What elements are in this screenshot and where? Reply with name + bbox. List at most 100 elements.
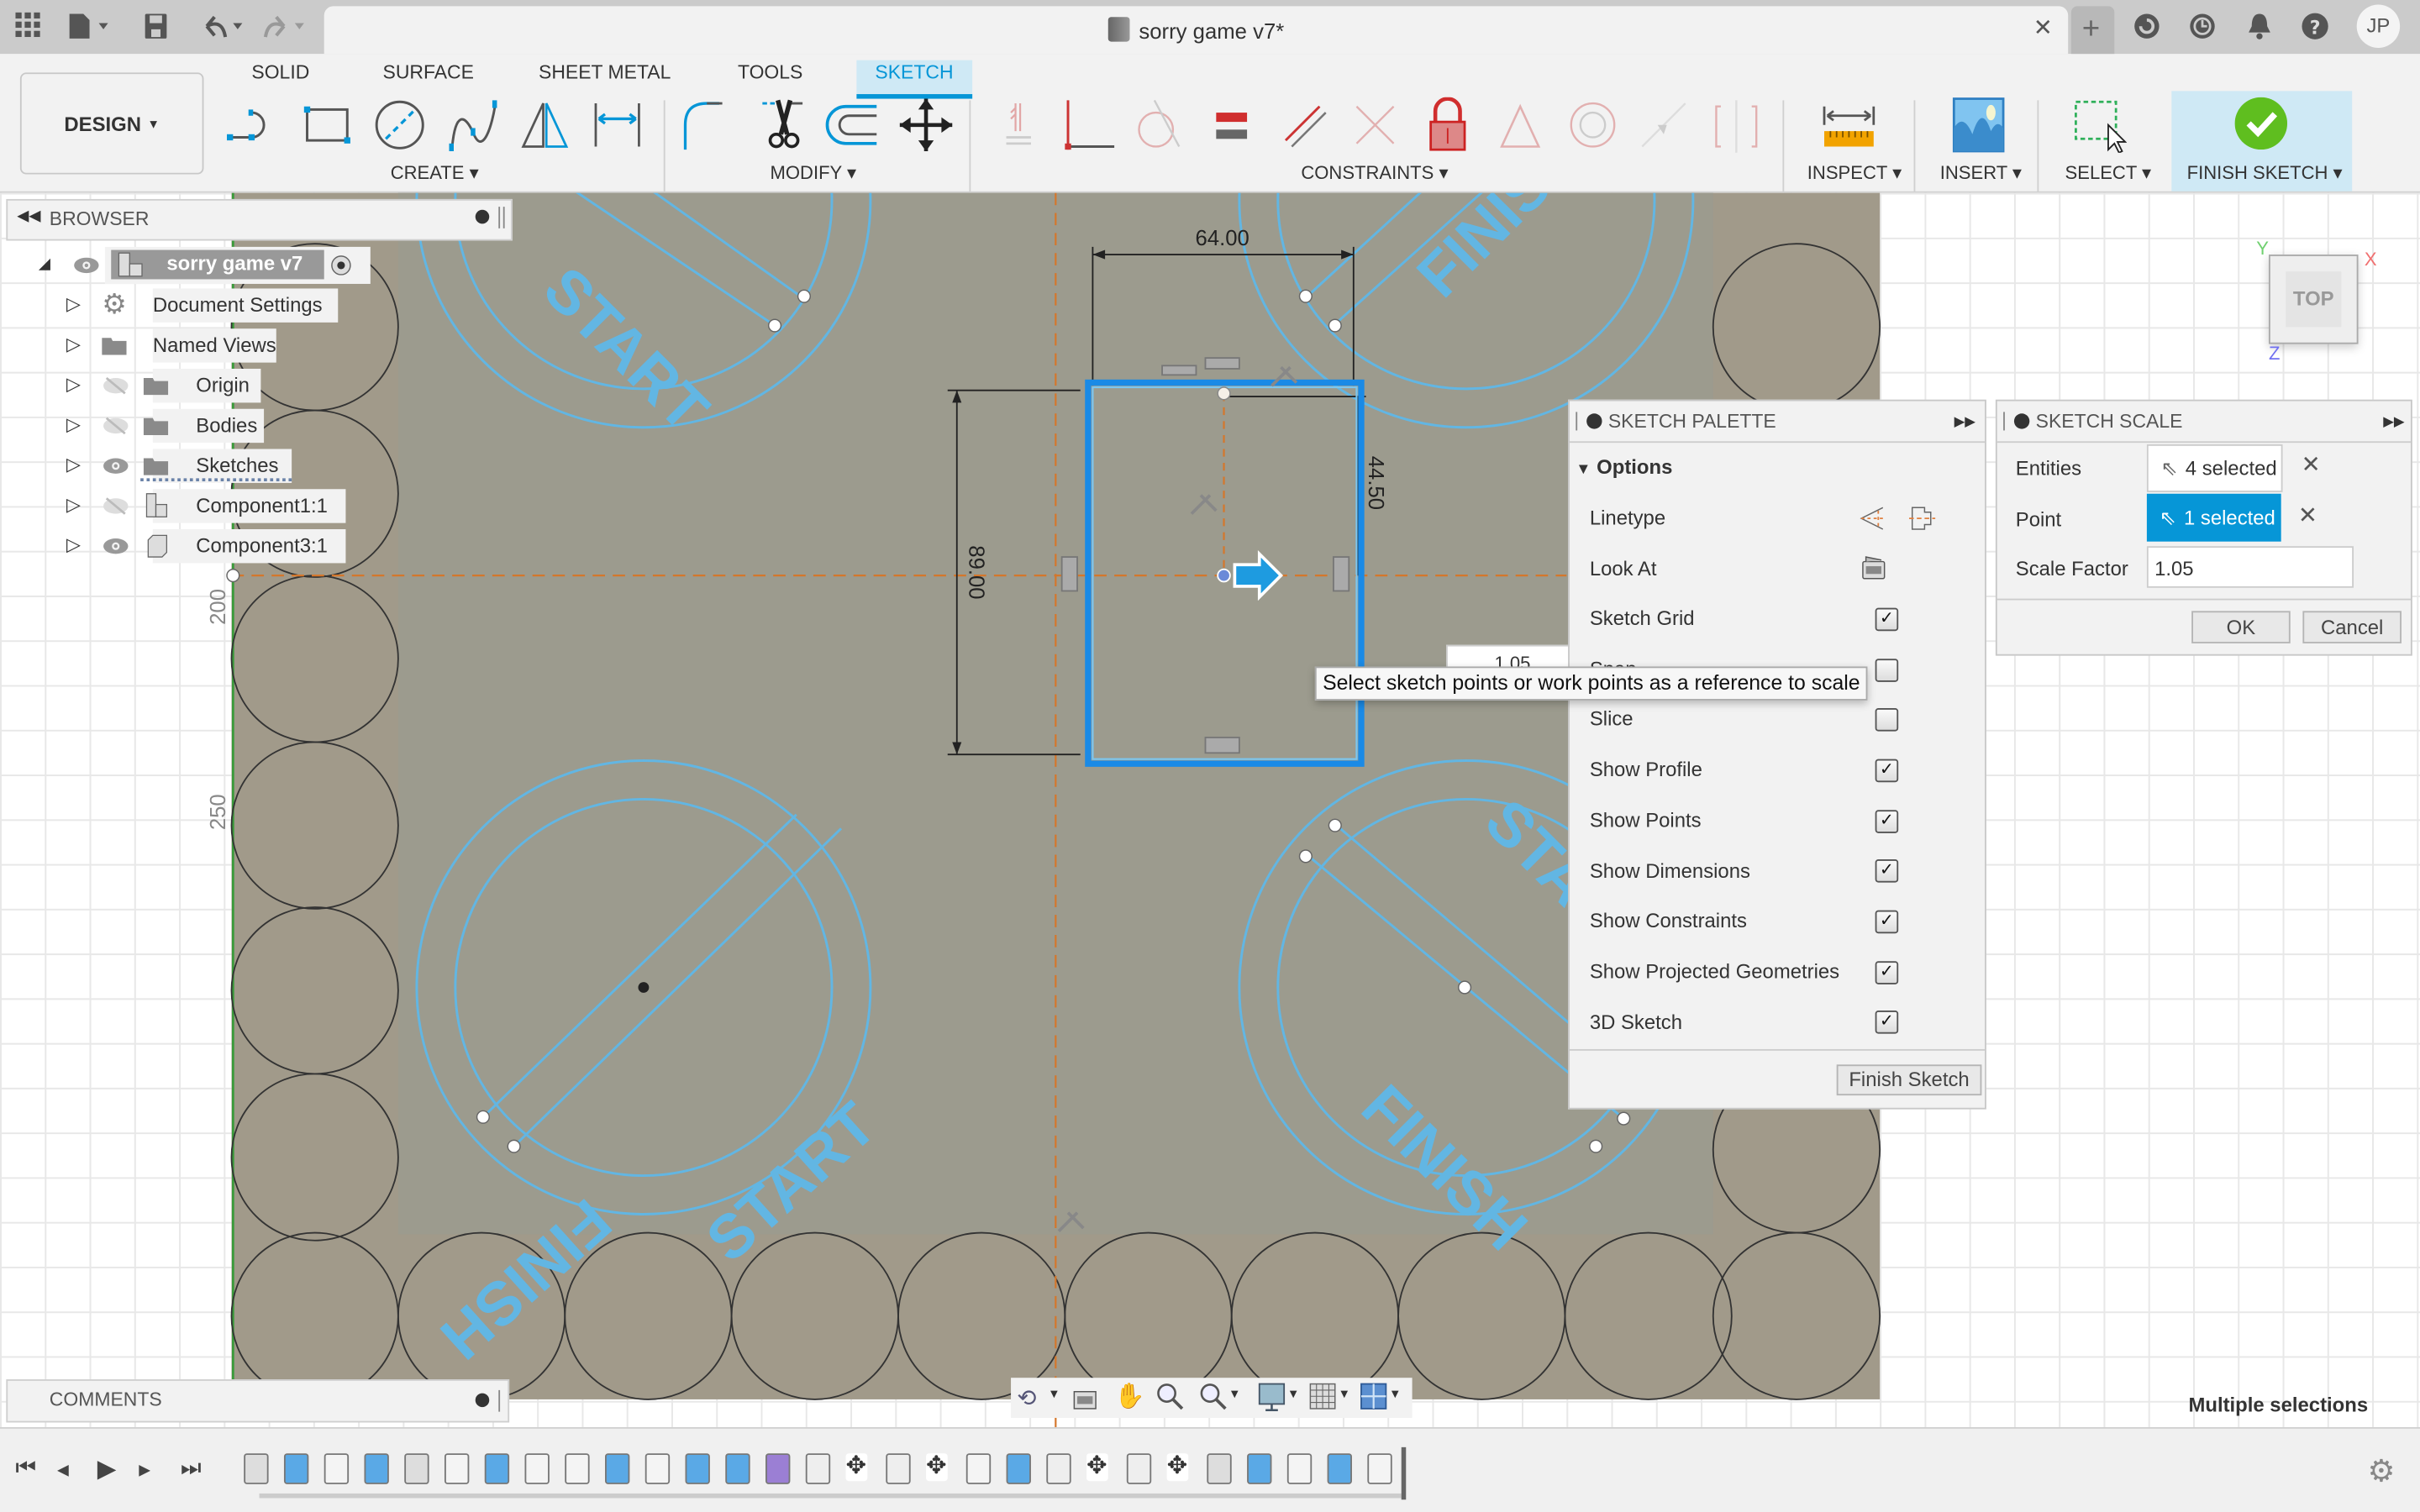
timeline-feature-move-icon[interactable]: ✥ bbox=[845, 1453, 868, 1482]
view-cube[interactable]: TOP bbox=[2268, 255, 2359, 344]
browser-item-origin[interactable]: ▷ Origin bbox=[66, 368, 261, 403]
tab-surface[interactable]: SURFACE bbox=[383, 60, 474, 94]
browser-item-sketches[interactable]: ▷ Sketches bbox=[66, 449, 292, 483]
eye-hidden-icon[interactable] bbox=[102, 376, 129, 395]
slice-checkbox[interactable] bbox=[1875, 708, 1899, 732]
timeline-feature-body-icon[interactable] bbox=[404, 1453, 429, 1484]
centerline-linetype-icon[interactable] bbox=[1907, 505, 1936, 533]
expand-triangle-icon[interactable]: ▷ bbox=[66, 367, 81, 401]
expand-triangle-icon[interactable]: ▷ bbox=[66, 287, 81, 321]
move-icon[interactable] bbox=[898, 97, 954, 153]
timeline-feature-extrude-icon[interactable] bbox=[685, 1453, 710, 1484]
browser-item-component3[interactable]: ▷ Component3:1 bbox=[66, 528, 346, 564]
timeline-feature-body-icon[interactable] bbox=[244, 1453, 269, 1484]
line-icon[interactable] bbox=[225, 97, 281, 153]
coincident-icon[interactable] bbox=[991, 97, 1046, 153]
timeline-feature-joint-icon[interactable] bbox=[1046, 1453, 1071, 1484]
horizontal-vertical-icon[interactable] bbox=[1636, 97, 1691, 153]
options-section-toggle[interactable]: ▼ Options bbox=[1576, 455, 1672, 479]
timeline-feature-form-icon[interactable] bbox=[765, 1453, 791, 1484]
browser-item-document-settings[interactable]: ▷ ⚙ Document Settings bbox=[66, 288, 339, 323]
timeline-feature-sketch-icon[interactable] bbox=[324, 1453, 350, 1484]
trim-icon[interactable] bbox=[756, 97, 812, 153]
workspace-switcher-button[interactable]: DESIGN ▼ bbox=[19, 72, 204, 175]
expand-triangle-icon[interactable]: ▷ bbox=[66, 327, 81, 360]
insert-menu[interactable]: INSERT ▾ bbox=[1940, 162, 2022, 184]
look-at-icon[interactable] bbox=[1861, 555, 1886, 580]
viewports-icon[interactable] bbox=[1360, 1383, 1387, 1410]
concentric-icon[interactable] bbox=[1565, 97, 1620, 153]
fix-lock-icon[interactable] bbox=[1420, 97, 1476, 153]
add-comment-icon[interactable] bbox=[475, 1393, 490, 1408]
cancel-button[interactable]: Cancel bbox=[2302, 611, 2402, 643]
active-radio-icon[interactable] bbox=[329, 255, 353, 276]
eye-icon[interactable] bbox=[102, 457, 129, 475]
resize-handle-icon[interactable] bbox=[498, 207, 505, 228]
collapse-panel-icon[interactable]: ◀◀ bbox=[17, 208, 40, 225]
go-to-start-icon[interactable]: ⏮ bbox=[15, 1455, 36, 1481]
show-projected-geometries-checkbox[interactable]: ✓ bbox=[1875, 961, 1899, 984]
show-points-checkbox[interactable]: ✓ bbox=[1875, 810, 1899, 833]
undo-icon[interactable] bbox=[201, 13, 247, 48]
circle-icon[interactable] bbox=[372, 97, 428, 153]
ok-button[interactable]: OK bbox=[2191, 611, 2291, 643]
clear-point-icon[interactable]: ✕ bbox=[2298, 501, 2317, 529]
zoom-icon[interactable] bbox=[1156, 1383, 1184, 1410]
timeline-feature-sketch-icon[interactable] bbox=[444, 1453, 470, 1484]
browser-item-named-views[interactable]: ▷ Named Views bbox=[66, 328, 276, 363]
chevron-down-icon[interactable]: ▼ bbox=[1338, 1387, 1350, 1401]
construction-linetype-icon[interactable] bbox=[1858, 505, 1886, 533]
entities-selection-field[interactable]: ⇖ 4 selected bbox=[2146, 444, 2283, 492]
finish-sketch-button[interactable]: FINISH SKETCH ▾ bbox=[2171, 91, 2353, 192]
chevron-down-icon[interactable]: ▼ bbox=[1389, 1387, 1402, 1401]
symmetric-icon[interactable] bbox=[1708, 97, 1764, 153]
timeline-feature-move-icon[interactable]: ✥ bbox=[1166, 1453, 1189, 1482]
modify-menu[interactable]: MODIFY ▾ bbox=[771, 162, 857, 184]
eye-icon[interactable] bbox=[102, 537, 129, 555]
browser-item-component1[interactable]: ▷ Component1:1 bbox=[66, 489, 346, 523]
canvas-viewport[interactable]: START FINISH FINISH START START FINISH bbox=[0, 192, 2420, 1427]
equal-icon[interactable] bbox=[1204, 97, 1260, 153]
timeline-feature-sketch-icon[interactable] bbox=[965, 1453, 992, 1484]
fillet-icon[interactable] bbox=[679, 97, 734, 153]
timeline-feature-sketch-icon[interactable] bbox=[524, 1453, 550, 1484]
browser-item-bodies[interactable]: ▷ Bodies bbox=[66, 408, 265, 444]
timeline-feature-extrude-icon[interactable] bbox=[283, 1453, 309, 1484]
timeline-feature-extrude-icon[interactable] bbox=[1006, 1453, 1031, 1484]
insert-image-icon[interactable] bbox=[1951, 97, 2007, 153]
measure-ruler-icon[interactable] bbox=[1821, 97, 1876, 153]
move-arrow-handle[interactable] bbox=[1233, 549, 1284, 601]
expand-triangle-icon[interactable]: ▷ bbox=[66, 407, 81, 441]
timeline-feature-joint-icon[interactable] bbox=[805, 1453, 831, 1484]
extensions-icon[interactable] bbox=[2133, 13, 2160, 48]
inspect-menu[interactable]: INSPECT ▾ bbox=[1807, 162, 1902, 184]
job-status-icon[interactable] bbox=[2188, 13, 2216, 48]
apps-grid-icon[interactable] bbox=[15, 12, 40, 45]
save-icon[interactable] bbox=[144, 13, 168, 48]
comments-panel[interactable]: COMMENTS bbox=[6, 1379, 510, 1423]
panel-minimize-icon[interactable] bbox=[2013, 413, 2030, 429]
expand-panel-icon[interactable]: ▶▶ bbox=[1954, 402, 1975, 442]
close-tab-icon[interactable]: ✕ bbox=[2033, 14, 2053, 41]
drag-handle-icon[interactable] bbox=[1576, 412, 1581, 431]
zoom-window-icon[interactable] bbox=[1199, 1383, 1227, 1410]
timeline-feature-extrude-icon[interactable] bbox=[484, 1453, 510, 1484]
mirror-icon[interactable] bbox=[517, 97, 572, 153]
go-to-end-icon[interactable]: ⏭ bbox=[181, 1455, 202, 1481]
finish-sketch-palette-button[interactable]: Finish Sketch bbox=[1836, 1064, 1982, 1096]
step-back-icon[interactable]: ◂ bbox=[57, 1455, 69, 1483]
chevron-down-icon[interactable]: ▼ bbox=[1287, 1387, 1300, 1401]
timeline-feature-body-icon[interactable] bbox=[1207, 1453, 1232, 1484]
timeline-feature-sketch-icon[interactable] bbox=[565, 1453, 590, 1484]
document-tab[interactable]: sorry game v7* ✕ bbox=[324, 6, 2069, 55]
notifications-bell-icon[interactable] bbox=[2245, 13, 2273, 48]
expand-triangle-icon[interactable]: ◢ bbox=[39, 256, 50, 273]
tangent-icon[interactable] bbox=[1133, 97, 1188, 153]
eye-hidden-icon[interactable] bbox=[102, 496, 129, 515]
chevron-down-icon[interactable]: ▼ bbox=[1228, 1387, 1241, 1401]
timeline-feature-extrude-icon[interactable] bbox=[1247, 1453, 1272, 1484]
parallel-icon[interactable] bbox=[1276, 97, 1332, 153]
expand-triangle-icon[interactable]: ▷ bbox=[66, 487, 81, 521]
timeline-feature-move-icon[interactable]: ✥ bbox=[926, 1453, 948, 1482]
eye-icon[interactable] bbox=[72, 256, 100, 275]
